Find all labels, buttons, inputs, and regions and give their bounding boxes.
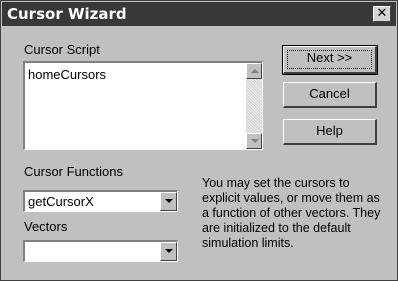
scroll-up-button[interactable] — [246, 63, 262, 79]
cursor-script-label: Cursor Script — [24, 42, 100, 57]
title-bar: Cursor Wizard ✕ — [2, 2, 396, 26]
vectors-dropdown-button[interactable] — [160, 242, 177, 261]
help-text: You may set the cursors to explicit valu… — [202, 176, 381, 250]
script-scrollbar[interactable] — [246, 63, 262, 149]
window-title: Cursor Wizard — [7, 5, 127, 23]
cursor-script-text: homeCursors — [28, 67, 107, 82]
cursor-functions-value: getCursorX — [28, 194, 94, 209]
help-button[interactable]: Help — [283, 119, 377, 145]
cancel-button-label: Cancel — [309, 86, 350, 101]
scroll-down-icon — [251, 139, 259, 143]
vectors-select[interactable] — [23, 240, 178, 262]
dropdown-arrow-icon — [165, 199, 173, 203]
vectors-label: Vectors — [24, 219, 68, 234]
next-button-label: Next >> — [306, 50, 353, 65]
cursor-functions-select[interactable]: getCursorX — [23, 190, 178, 212]
close-icon: ✕ — [376, 6, 388, 21]
next-button[interactable]: Next >> — [282, 45, 378, 75]
cursor-functions-label: Cursor Functions — [24, 164, 123, 179]
cursor-functions-dropdown-button[interactable] — [160, 192, 177, 211]
help-button-label: Help — [316, 123, 343, 138]
scroll-up-icon — [251, 69, 259, 73]
cancel-button[interactable]: Cancel — [283, 82, 377, 108]
cursor-wizard-dialog: Cursor Wizard ✕ Cursor Script homeCursor… — [0, 0, 398, 281]
close-button[interactable]: ✕ — [373, 6, 391, 22]
cursor-script-textarea[interactable]: homeCursors — [23, 61, 263, 150]
dropdown-arrow-icon — [165, 249, 173, 253]
scroll-down-button[interactable] — [246, 133, 262, 149]
